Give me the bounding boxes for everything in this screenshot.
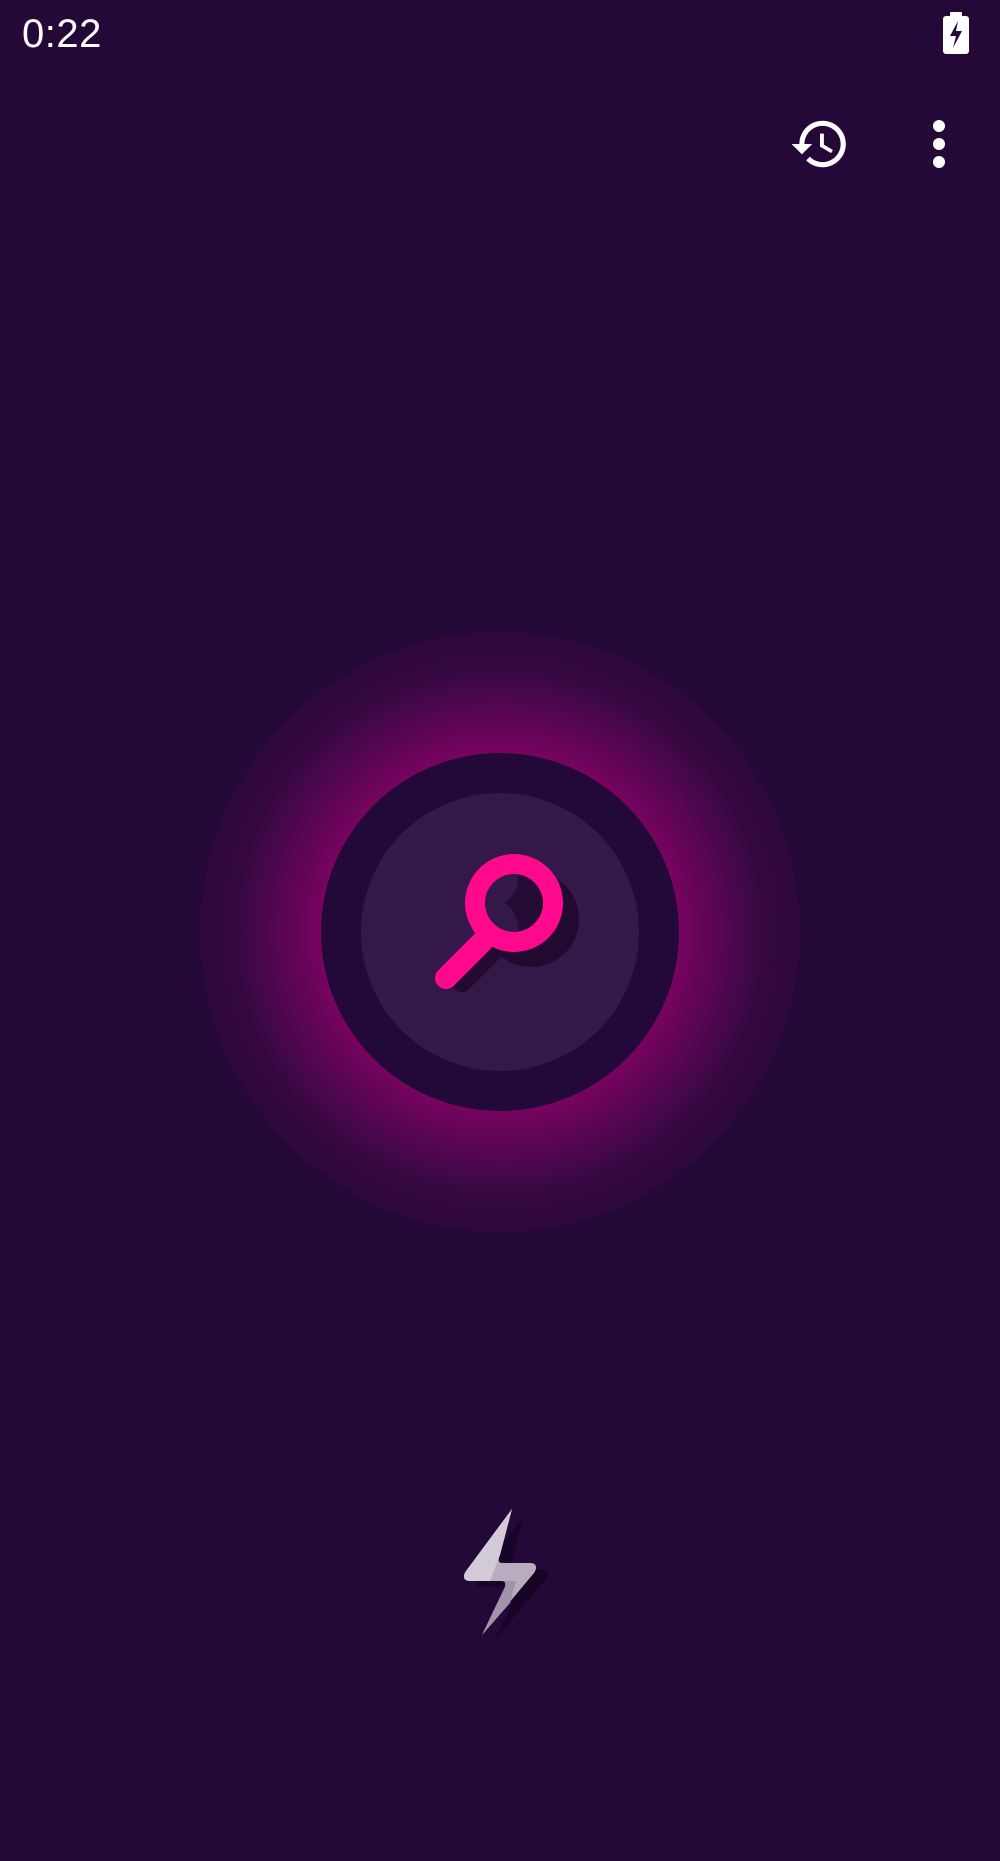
more-vert-icon [933, 120, 945, 168]
qr-scanner-screen: 0:22 [0, 0, 1000, 1861]
status-time: 0:22 [22, 12, 102, 56]
magnifier-icon [435, 854, 579, 992]
history-icon [791, 120, 846, 168]
lightning-bolt-icon [463, 1509, 549, 1641]
scan-button[interactable] [361, 793, 639, 1071]
more-options-button[interactable] [914, 112, 964, 176]
status-bar: 0:22 [0, 0, 1000, 66]
flash-toggle-button[interactable] [445, 1498, 555, 1648]
battery-charging-icon [943, 12, 969, 54]
history-button[interactable] [784, 112, 856, 176]
